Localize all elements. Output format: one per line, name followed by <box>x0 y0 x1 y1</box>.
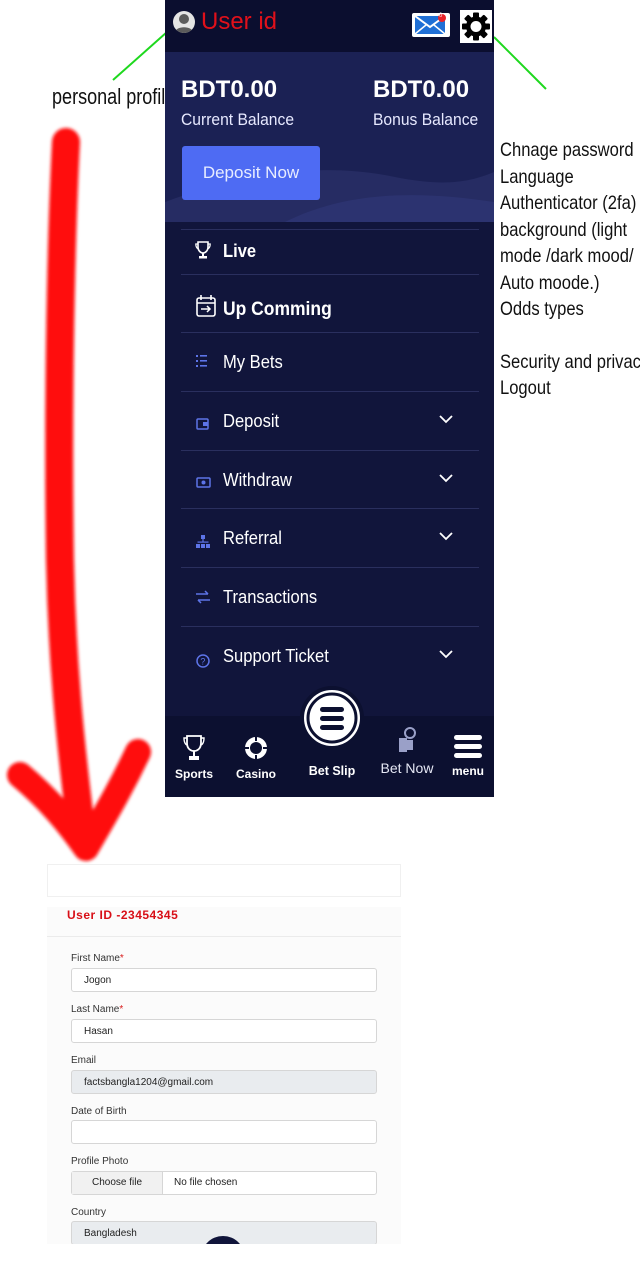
cash-icon <box>196 477 211 488</box>
menu-item-label: Up Comming <box>223 299 332 320</box>
chevron-down-icon[interactable] <box>439 473 453 483</box>
deposit-now-button[interactable]: Deposit Now <box>182 146 320 200</box>
user-icon <box>174 14 194 33</box>
nav-label: Casino <box>235 767 276 781</box>
settings-notes: Chnage password Language Authenticator (… <box>500 137 640 402</box>
first-name-field[interactable]: Jogon <box>71 968 377 992</box>
divider <box>47 936 401 937</box>
chevron-down-icon[interactable] <box>439 649 453 659</box>
current-balance-amount: BDT0.00 <box>181 76 278 103</box>
swap-icon <box>196 590 210 604</box>
top-bar: User id 0 <box>165 0 494 52</box>
gear-icon <box>462 12 490 41</box>
menu-item-label: Transactions <box>223 587 318 607</box>
dob-field[interactable] <box>71 1120 377 1144</box>
note-line: Logout <box>500 377 551 399</box>
note-line: Language <box>500 165 574 188</box>
current-balance-label: Current Balance <box>181 110 295 129</box>
email-label: Email <box>71 1055 97 1066</box>
required-mark: * <box>119 953 124 964</box>
menu-item-label: Deposit <box>223 411 280 431</box>
settings-pointer-line <box>493 36 547 90</box>
profile-photo-label: Profile Photo <box>71 1156 129 1167</box>
menu-item-label: Support Ticket <box>223 646 329 666</box>
hand-coin-icon <box>399 727 416 752</box>
trophy-icon <box>183 735 205 760</box>
form-top-strip <box>47 864 401 897</box>
note-line: Authenticator (2fa) <box>500 192 637 214</box>
list-icon <box>196 355 207 367</box>
calendar-icon <box>196 295 216 317</box>
balance-panel: BDT0.00 Current Balance BDT0.00 Bonus Ba… <box>165 52 494 222</box>
bonus-balance-amount: BDT0.00 <box>373 76 470 103</box>
last-name-label: Last Name* <box>71 1004 124 1015</box>
mail-badge: 0 <box>439 13 443 19</box>
menu-item-label: My Bets <box>223 352 283 372</box>
last-name-field[interactable]: Hasan <box>71 1019 377 1043</box>
profile-form: User ID -23454345 First Name* Jogon Last… <box>47 864 401 1244</box>
menu-item-referral[interactable]: Referral <box>181 508 479 568</box>
wallet-icon <box>196 418 209 430</box>
required-mark: * <box>119 1004 124 1015</box>
menu-item-deposit[interactable]: Deposit <box>181 391 479 451</box>
note-line: Odds types <box>500 298 584 320</box>
hamburger-icon <box>306 692 358 744</box>
menu-item-transactions[interactable]: Transactions <box>181 567 479 627</box>
network-icon <box>196 535 210 548</box>
menu-item-live[interactable]: Live <box>181 229 479 275</box>
file-status: No file chosen <box>174 1177 238 1188</box>
note-line: Chnage password <box>500 139 634 161</box>
help-icon: ? <box>196 654 210 668</box>
nav-label: Sports <box>174 767 213 781</box>
red-arrow <box>7 128 151 861</box>
note-line <box>500 323 640 349</box>
note-line: Security and privacy <box>500 350 640 373</box>
note-line: mode /dark mood/ <box>500 245 634 267</box>
note-line: background (light <box>500 218 628 241</box>
bonus-balance-label: Bonus Balance <box>373 110 479 129</box>
inbox-button[interactable]: 0 <box>412 13 450 37</box>
hamburger-icon <box>454 735 482 758</box>
nav-sports[interactable]: Sports <box>173 734 215 794</box>
menu-item-withdraw[interactable]: Withdraw <box>181 450 479 509</box>
personal-profile-note: personal profile <box>52 84 176 109</box>
casino-chip-icon <box>245 737 267 759</box>
mobile-app-screen: User id 0 BDT0.00 Current Balance BDT0.0… <box>165 0 494 797</box>
country-label: Country <box>71 1207 107 1218</box>
email-field: factsbangla1204@gmail.com <box>71 1070 377 1094</box>
chevron-down-icon[interactable] <box>439 531 453 541</box>
note-line: Auto moode.) <box>500 271 600 294</box>
user-id-link[interactable]: User id <box>201 8 277 36</box>
bottom-navigation: Sports Casino Bet Slip Bet Now menu <box>165 686 494 797</box>
menu-item-label: Withdraw <box>223 470 293 490</box>
nav-casino[interactable]: Casino <box>233 734 279 794</box>
first-name-label: First Name* <box>71 953 124 964</box>
nav-bet-now[interactable]: Bet Now <box>377 726 437 790</box>
mail-icon <box>414 14 446 35</box>
avatar[interactable] <box>173 11 195 33</box>
user-id-heading: User ID -23454345 <box>67 908 179 922</box>
profile-photo-field: Choose file No file chosen <box>71 1171 377 1195</box>
menu-item-label: Referral <box>223 528 282 548</box>
bet-slip-button[interactable] <box>300 686 364 750</box>
svg-text:?: ? <box>200 657 205 667</box>
chevron-down-icon[interactable] <box>439 414 453 424</box>
menu-item-upcoming[interactable]: Up Comming <box>181 274 479 333</box>
nav-bet-slip-label[interactable]: Bet Slip <box>300 764 364 778</box>
menu-item-my-bets[interactable]: My Bets <box>181 332 479 392</box>
dob-label: Date of Birth <box>71 1106 127 1117</box>
trophy-icon <box>195 241 211 259</box>
choose-file-button[interactable]: Choose file <box>72 1172 163 1194</box>
nav-menu[interactable]: menu <box>446 734 490 794</box>
nav-label: menu <box>451 764 484 778</box>
menu-item-label: Live <box>223 241 257 261</box>
nav-label: Bet Now <box>380 760 434 776</box>
settings-button[interactable] <box>460 10 492 43</box>
